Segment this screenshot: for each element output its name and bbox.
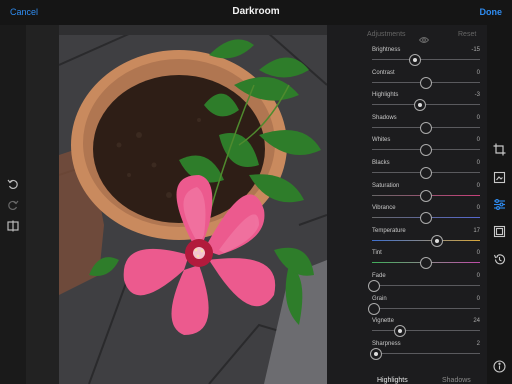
slider-label: Blacks	[372, 160, 390, 166]
bottom-tabs: Highlights Shadows	[327, 371, 487, 384]
slider-brightness: Brightness -15	[372, 47, 480, 69]
tab-highlights[interactable]: Highlights	[377, 377, 408, 384]
slider-saturation: Saturation 0	[372, 183, 480, 205]
slider-label: Shadows	[372, 114, 397, 121]
slider-vignette: Vignette 24	[372, 318, 480, 340]
slider-thumb[interactable]	[409, 54, 422, 66]
history-icon[interactable]	[493, 253, 506, 266]
slider-label: Tint	[372, 250, 382, 257]
slider-label: Temperature	[372, 227, 406, 234]
slider-track[interactable]	[372, 285, 480, 286]
slider-thumb[interactable]	[394, 325, 407, 338]
slider-shadows: Shadows 0	[372, 115, 480, 137]
tab-adjustments[interactable]: Adjustments	[367, 31, 406, 38]
crop-icon[interactable]	[493, 143, 506, 156]
slider-value: 0	[476, 182, 480, 189]
slider-label: Contrast	[372, 69, 395, 76]
slider-thumb[interactable]	[430, 234, 443, 247]
undo-icon[interactable]	[6, 177, 20, 191]
tab-shadows[interactable]: Shadows	[442, 377, 471, 384]
slider-thumb[interactable]	[420, 189, 432, 202]
slider-track[interactable]	[372, 330, 480, 332]
hibiscus-photo	[59, 25, 327, 384]
slider-thumb[interactable]	[368, 302, 381, 315]
compare-icon[interactable]	[6, 219, 20, 233]
slider-track[interactable]	[372, 352, 480, 354]
slider-value: 0	[476, 69, 480, 76]
slider-thumb[interactable]	[420, 212, 432, 225]
slider-thumb[interactable]	[370, 347, 383, 360]
slider-thumb[interactable]	[413, 99, 426, 112]
slider-value: 24	[473, 318, 480, 325]
app-title: Darkroom	[232, 6, 280, 17]
adjust-sliders-icon[interactable]	[493, 198, 506, 211]
slider-value: 17	[473, 227, 480, 234]
right-toolbar	[487, 25, 512, 384]
redo-icon[interactable]	[6, 198, 20, 212]
slider-thumb[interactable]	[420, 144, 432, 157]
slider-thumb[interactable]	[420, 76, 432, 89]
info-icon[interactable]	[493, 360, 506, 373]
slider-fade: Fade 0	[368, 273, 480, 295]
slider-track[interactable]	[372, 104, 480, 106]
slider-value: 0	[476, 137, 480, 144]
slider-value: 0	[476, 205, 480, 212]
slider-blacks: Blacks 0	[372, 160, 480, 182]
slider-thumb[interactable]	[420, 121, 432, 134]
slider-label: Whites	[372, 137, 391, 144]
slider-value: 0	[476, 160, 480, 166]
slider-contrast: Contrast 0	[372, 70, 480, 92]
slider-thumb[interactable]	[420, 167, 432, 179]
photo-canvas[interactable]	[59, 25, 327, 384]
slider-sharpness: Sharpness 2	[370, 340, 480, 363]
canvas-gutter	[26, 25, 59, 384]
slider-label: Brightness	[372, 47, 401, 53]
done-button[interactable]: Done	[480, 7, 503, 17]
slider-grain: Grain 0	[368, 295, 480, 318]
slider-thumb[interactable]	[420, 257, 432, 270]
slider-thumb[interactable]	[368, 280, 381, 292]
slider-value: 0	[476, 250, 480, 257]
slider-label: Vibrance	[372, 205, 396, 212]
slider-tint: Tint 0	[372, 250, 480, 272]
reset-button[interactable]: Reset	[458, 31, 476, 38]
slider-label: Grain	[372, 295, 387, 302]
frames-icon[interactable]	[493, 171, 506, 184]
slider-label: Fade	[372, 273, 386, 279]
slider-label: Vignette	[372, 318, 394, 325]
slider-label: Highlights	[372, 92, 399, 99]
slider-whites: Whites 0	[372, 137, 480, 159]
slider-track[interactable]	[372, 307, 480, 309]
slider-track[interactable]	[372, 239, 480, 241]
slider-vibrance: Vibrance 0	[372, 205, 480, 227]
left-toolbar	[0, 25, 26, 384]
slider-value: 0	[476, 295, 480, 302]
slider-value: 2	[476, 340, 480, 347]
filters-icon[interactable]	[493, 225, 506, 238]
top-bar: Cancel Darkroom Done	[0, 0, 512, 25]
eye-icon[interactable]	[418, 31, 430, 43]
slider-value: 0	[476, 273, 480, 279]
slider-value: -15	[471, 47, 480, 53]
slider-value: 0	[476, 114, 480, 121]
slider-temperature: Temperature 17	[372, 228, 480, 250]
slider-track[interactable]	[372, 59, 480, 60]
slider-value: -3	[474, 92, 480, 99]
slider-label: Sharpness	[372, 340, 401, 347]
slider-label: Saturation	[372, 182, 400, 189]
slider-highlights: Highlights -3	[372, 92, 480, 114]
